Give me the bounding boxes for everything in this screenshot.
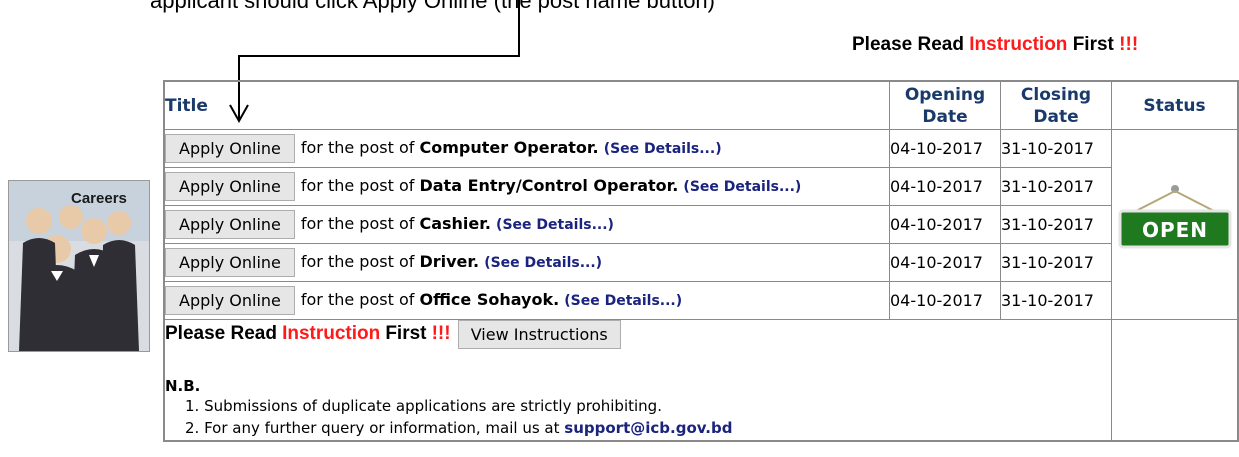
table-header-row: Title Opening Date Closing Date Status xyxy=(163,80,1239,130)
apply-online-button[interactable]: Apply Online xyxy=(165,248,295,277)
opening-date: 04-10-2017 xyxy=(889,281,1001,320)
support-email-link[interactable]: support@icb.gov.bd xyxy=(564,419,732,437)
post-prefix: for the post of xyxy=(300,290,415,309)
closing-header-line2: Date xyxy=(1033,106,1079,127)
notice-highlight: Instruction xyxy=(969,34,1068,55)
closing-date: 31-10-2017 xyxy=(1000,243,1112,282)
post-prefix: for the post of xyxy=(300,252,415,271)
post-name: Cashier xyxy=(419,214,485,233)
see-details-link[interactable]: (See Details...) xyxy=(496,217,614,233)
post-name: Computer Operator xyxy=(419,138,593,157)
closing-date: 31-10-2017 xyxy=(1000,129,1112,168)
notice-bangs: !!! xyxy=(1119,34,1139,55)
job-title-cell: Apply Online for the post of Data Entry/C… xyxy=(163,167,890,206)
opening-date: 04-10-2017 xyxy=(889,205,1001,244)
notice-prefix: Please Read xyxy=(852,34,964,55)
job-title-cell: Apply Online for the post of Office Sohay… xyxy=(163,281,890,320)
view-instructions-button[interactable]: View Instructions xyxy=(457,320,621,349)
post-name: Data Entry/Control Operator xyxy=(419,176,673,195)
table-row: Apply Online for the post of Computer Ope… xyxy=(163,129,1239,320)
closing-date: 31-10-2017 xyxy=(1000,205,1112,244)
nb-title: N.B. xyxy=(165,377,201,395)
nb-item2-text: 2. For any further query or information,… xyxy=(185,419,560,437)
apply-online-button[interactable]: Apply Online xyxy=(165,134,295,163)
column-header-status: Status xyxy=(1111,80,1239,130)
column-header-opening-date: Opening Date xyxy=(889,80,1001,130)
closing-date: 31-10-2017 xyxy=(1000,281,1112,320)
notice-highlight: Instruction xyxy=(282,323,381,344)
column-header-closing-date: Closing Date xyxy=(1000,80,1112,130)
job-title-cell: Apply Online for the post of Computer Ope… xyxy=(163,129,890,168)
annotation-arrow-vertical-top xyxy=(518,0,520,56)
see-details-link[interactable]: (See Details...) xyxy=(484,255,602,271)
table-row: Apply Online for the post of Office Sohay… xyxy=(163,281,1238,320)
careers-image: Careers xyxy=(8,180,150,352)
job-listing-table: Title Opening Date Closing Date Status App… xyxy=(163,80,1239,442)
careers-label: Careers xyxy=(71,190,127,207)
post-prefix: for the post of xyxy=(300,176,415,195)
nb-list: 1. Submissions of duplicate applications… xyxy=(165,395,1111,439)
table-row: Apply Online for the post of Cashier. (Se… xyxy=(163,205,1238,244)
closing-date: 31-10-2017 xyxy=(1000,167,1112,206)
see-details-link[interactable]: (See Details...) xyxy=(683,179,801,195)
column-header-title: Title xyxy=(163,80,890,130)
opening-date: 04-10-2017 xyxy=(889,129,1001,168)
open-sign-label: OPEN xyxy=(1141,218,1207,242)
table-row: Apply Online for the post of Data Entry/C… xyxy=(163,167,1238,206)
apply-online-button[interactable]: Apply Online xyxy=(165,210,295,239)
closing-header-line1: Closing xyxy=(1020,84,1092,105)
nb-item: 1. Submissions of duplicate applications… xyxy=(185,397,662,415)
notice-suffix: First xyxy=(385,323,427,344)
job-title-cell: Apply Online for the post of Cashier. (Se… xyxy=(163,205,890,244)
instruction-notice: Please Read Instruction First !!! xyxy=(852,34,1138,56)
notice-bangs: !!! xyxy=(431,323,451,344)
notice-suffix: First xyxy=(1072,34,1114,55)
notice-prefix: Please Read xyxy=(165,323,277,344)
nb-item: 2. For any further query or information,… xyxy=(185,417,1111,439)
instructions-cell: Please Read Instruction First !!! View I… xyxy=(163,319,1112,442)
opening-date: 04-10-2017 xyxy=(889,243,1001,282)
open-status-sign: OPEN xyxy=(1118,183,1232,263)
opening-date: 04-10-2017 xyxy=(889,167,1001,206)
apply-online-button[interactable]: Apply Online xyxy=(165,286,295,315)
post-prefix: for the post of xyxy=(300,214,415,233)
job-title-cell: Apply Online for the post of Driver. (See… xyxy=(163,243,890,282)
table-row: Apply Online for the post of Driver. (See… xyxy=(163,243,1238,282)
status-cell: OPEN xyxy=(1111,129,1239,320)
instructions-row: Please Read Instruction First !!! View I… xyxy=(163,319,1239,442)
post-name: Office Sohayok xyxy=(419,290,554,309)
post-prefix: for the post of xyxy=(300,138,415,157)
annotation-arrow-horizontal xyxy=(238,55,520,57)
opening-header-line1: Opening xyxy=(904,84,986,105)
post-name: Driver xyxy=(419,252,474,271)
apply-online-button[interactable]: Apply Online xyxy=(165,172,295,201)
opening-header-line2: Date xyxy=(922,106,968,127)
annotation-caption: applicant should click Apply Online (the… xyxy=(150,0,715,13)
empty-status-cell xyxy=(1111,319,1239,442)
see-details-link[interactable]: (See Details...) xyxy=(604,141,722,157)
see-details-link[interactable]: (See Details...) xyxy=(564,293,682,309)
